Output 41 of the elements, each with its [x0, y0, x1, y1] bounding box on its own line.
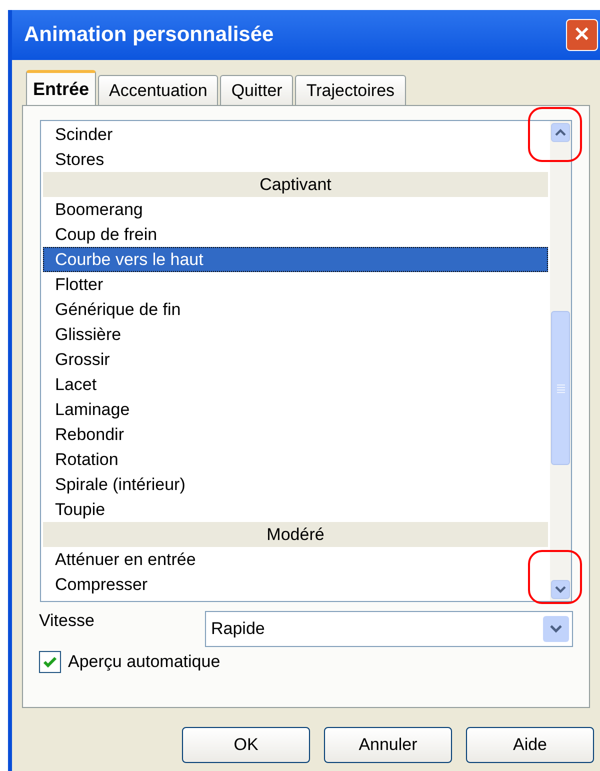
category-header: Captivant [43, 172, 548, 197]
effect-item[interactable]: Lacet [43, 372, 548, 397]
scrollbar[interactable] [550, 121, 571, 601]
effect-item[interactable]: Flotter [43, 272, 548, 297]
effect-item[interactable]: Coup de frein [43, 222, 548, 247]
category-header: Modéré [43, 522, 548, 547]
effect-item[interactable]: Rebondir [43, 422, 548, 447]
auto-preview-label: Aperçu automatique [68, 651, 220, 673]
effect-item[interactable]: Glissière [43, 322, 548, 347]
effect-item[interactable]: Boomerang [43, 197, 548, 222]
effect-item[interactable]: Atténuer en entrée [43, 547, 548, 572]
close-button[interactable]: ✕ [566, 19, 598, 51]
tab[interactable]: Quitter [220, 75, 294, 105]
checkmark-icon [43, 656, 57, 668]
effect-item[interactable]: Laminage [43, 397, 548, 422]
speed-value: Rapide [211, 618, 265, 640]
effect-item[interactable]: Générique de fin [43, 297, 548, 322]
checkbox[interactable] [39, 650, 61, 673]
scroll-thumb[interactable] [551, 311, 570, 465]
effect-item[interactable]: Toupie [43, 497, 548, 522]
tab[interactable]: Entrée [26, 70, 96, 105]
effect-item[interactable]: Compresser [43, 572, 548, 597]
effect-item[interactable]: Scinder [43, 122, 548, 147]
dialog-button[interactable]: Aide [466, 727, 594, 763]
grip-icon [556, 384, 564, 392]
speed-label: Vitesse [39, 610, 94, 632]
effect-item[interactable]: Courbe vers le haut [43, 247, 548, 272]
effect-item[interactable]: Grossir [43, 347, 548, 372]
speed-dropdown[interactable]: Rapide [205, 611, 573, 647]
chevron-up-icon [555, 129, 566, 136]
window-title: Animation personnalisée [24, 22, 274, 48]
tab[interactable]: Trajectoires [295, 75, 406, 105]
effect-item[interactable]: Stores [43, 147, 548, 172]
scroll-down-button[interactable] [551, 580, 570, 599]
scroll-up-button[interactable] [551, 123, 570, 142]
dialog-button[interactable]: Annuler [324, 727, 452, 763]
tab[interactable]: Accentuation [98, 75, 218, 105]
effect-item[interactable]: Spirale (intérieur) [43, 472, 548, 497]
effect-item[interactable]: Rotation [43, 447, 548, 472]
dialog-button[interactable]: OK [182, 727, 310, 763]
chevron-down-icon [555, 586, 566, 593]
